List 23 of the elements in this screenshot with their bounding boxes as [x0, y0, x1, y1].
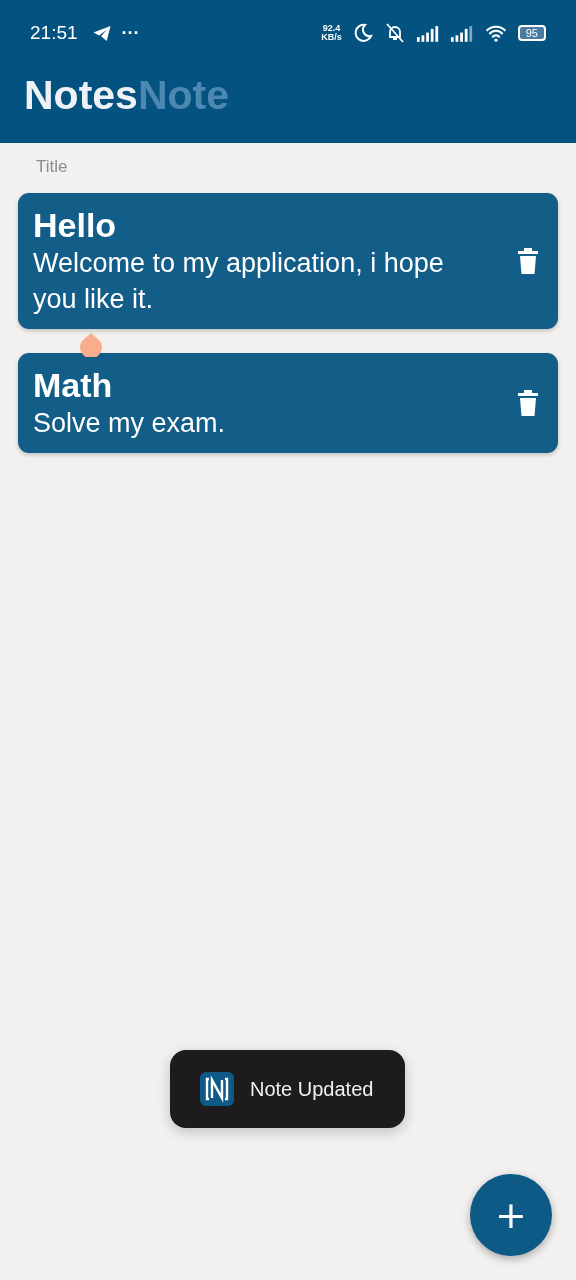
toast-message: Note Updated [250, 1077, 374, 1101]
fading-title: Note [137, 72, 230, 119]
note-body: Solve my exam. [33, 407, 227, 440]
battery-indicator: 95 [517, 25, 546, 41]
note-card[interactable]: Math Solve my exam. [18, 353, 558, 453]
muted-bell-icon [383, 23, 406, 43]
note-card[interactable]: Hello Welcome to my application, i hope you like it. [18, 193, 558, 329]
network-speed: 92.4 KB/s [321, 24, 342, 42]
delete-icon[interactable] [518, 390, 538, 416]
add-note-button[interactable]: + [470, 1174, 552, 1256]
signal-icon [415, 24, 440, 42]
delete-icon[interactable] [518, 248, 538, 274]
status-time: 21:51 [30, 22, 78, 44]
more-notifications: ··· [121, 22, 140, 44]
note-title: Hello [33, 205, 118, 245]
app-logo-icon [200, 1072, 234, 1106]
fading-field-label: Title [35, 157, 69, 177]
signal-icon [449, 24, 474, 42]
paper-plane-icon [91, 24, 112, 42]
app-title: Notes [24, 72, 138, 119]
note-title: Math [33, 365, 114, 405]
note-body: Welcome to my application, i hope you like it. [33, 247, 445, 316]
wifi-icon [483, 24, 508, 42]
